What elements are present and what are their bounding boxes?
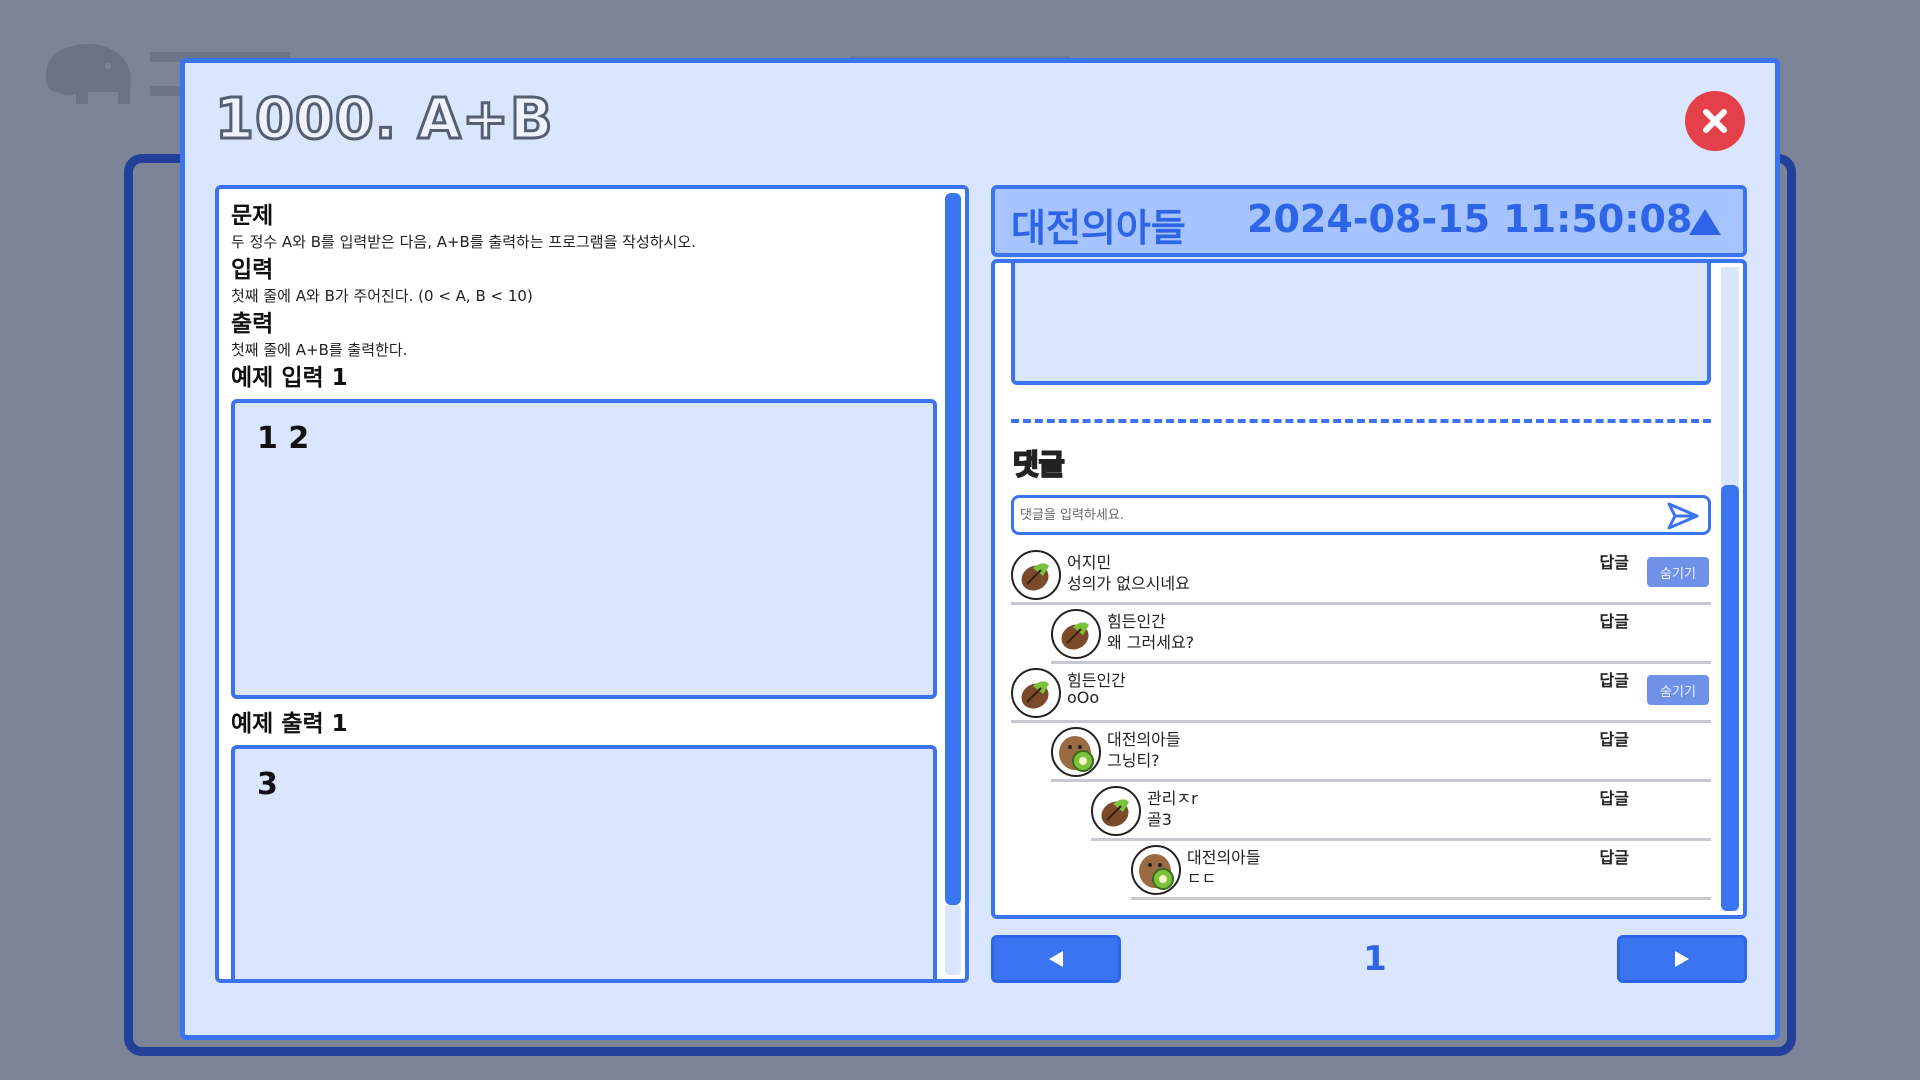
sample-output-heading: 예제 출력 1: [231, 711, 348, 737]
comment-item: 힘든인간 oOo 답글 숨기기: [1011, 665, 1711, 723]
comments-scrollbar[interactable]: [1721, 485, 1739, 911]
output-heading: 출력: [231, 311, 274, 337]
comment-item: 관리ㅈr 골3 답글: [1091, 783, 1711, 841]
post-timestamp: 2024-08-15 11:50:08: [1247, 197, 1693, 241]
modal-title: 1000. A+B: [214, 86, 555, 154]
bean-avatar-icon: [1011, 550, 1061, 600]
bean-avatar-icon: [1011, 668, 1061, 718]
comment-text: 그닝티?: [1107, 751, 1160, 770]
reply-button[interactable]: 답글: [1600, 549, 1629, 573]
reply-button[interactable]: 답글: [1600, 608, 1629, 632]
collapse-button[interactable]: [1687, 207, 1723, 241]
problem-panel: 문제 두 정수 A와 B를 입력받은 다음, A+B를 출력하는 프로그램을 작…: [215, 185, 969, 983]
comment-item: 대전의아들 그닝티? 답글: [1051, 724, 1711, 782]
sample-input-heading: 예제 입력 1: [231, 365, 348, 391]
app-logo-icon: [38, 32, 146, 112]
comment-input-box: [1011, 495, 1711, 535]
close-icon: [1703, 109, 1727, 133]
comment-text: 골3: [1147, 810, 1172, 829]
post-content-box: [1011, 263, 1711, 385]
comment-item: 대전의아들 ㄷㄷ 답글: [1131, 842, 1711, 900]
problem-modal: 1000. A+B 문제 두 정수 A와 B를 입력받은 다음, A+B를 출력…: [180, 58, 1780, 1040]
sample-output-box: 3: [231, 745, 937, 979]
problem-scrollbar-track[interactable]: [945, 905, 961, 975]
close-button[interactable]: [1685, 91, 1745, 151]
comment-text: oOo: [1067, 688, 1100, 707]
comment-text: ㄷㄷ: [1187, 869, 1217, 888]
page-number: 1: [1363, 939, 1387, 979]
reply-button[interactable]: 답글: [1600, 844, 1629, 868]
kiwi-avatar-icon: [1051, 727, 1101, 777]
problem-scrollbar[interactable]: [945, 193, 961, 905]
comment-text: 왜 그러세요?: [1107, 633, 1195, 652]
triangle-up-icon: [1689, 209, 1721, 235]
post-author: 대전의아들: [1011, 206, 1186, 250]
output-description: 첫째 줄에 A+B를 출력한다.: [231, 341, 408, 359]
hide-button[interactable]: 숨기기: [1647, 557, 1709, 587]
triangle-right-icon: [1675, 951, 1689, 967]
bean-avatar-icon: [1051, 609, 1101, 659]
reply-button[interactable]: 답글: [1600, 726, 1629, 750]
kiwi-avatar-icon: [1131, 845, 1181, 895]
problem-content: 문제 두 정수 A와 B를 입력받은 다음, A+B를 출력하는 프로그램을 작…: [231, 201, 941, 979]
reply-button[interactable]: 답글: [1600, 667, 1629, 691]
problem-description: 두 정수 A와 B를 입력받은 다음, A+B를 출력하는 프로그램을 작성하시…: [231, 233, 696, 251]
input-description: 첫째 줄에 A와 B가 주어진다. (0 < A, B < 10): [231, 287, 533, 305]
comment-input[interactable]: [1014, 498, 1634, 532]
reply-button[interactable]: 답글: [1600, 785, 1629, 809]
problem-heading: 문제: [231, 203, 274, 229]
bean-avatar-icon: [1091, 786, 1141, 836]
comment-item: 힘든인간 왜 그러세요? 답글: [1051, 606, 1711, 664]
triangle-left-icon: [1049, 951, 1063, 967]
input-heading: 입력: [231, 257, 274, 283]
comments-heading: 댓글: [1012, 447, 1066, 482]
divider: [1011, 419, 1711, 423]
comment-text: 성의가 없으시네요: [1067, 574, 1190, 593]
send-icon: [1667, 502, 1699, 530]
hide-button[interactable]: 숨기기: [1647, 675, 1709, 705]
prev-page-button[interactable]: [991, 935, 1121, 983]
sample-input-box: 1 2: [231, 399, 937, 699]
post-header: 대전의아들 2024-08-15 11:50:08: [991, 185, 1747, 257]
comment-item: 어지민 성의가 없으시네요 답글 숨기기: [1011, 547, 1711, 605]
next-page-button[interactable]: [1617, 935, 1747, 983]
post-body: 댓글 어지민 성의가 없으시네요 답글 숨기기 힘든인간 왜: [991, 259, 1747, 919]
send-button[interactable]: [1666, 501, 1700, 535]
